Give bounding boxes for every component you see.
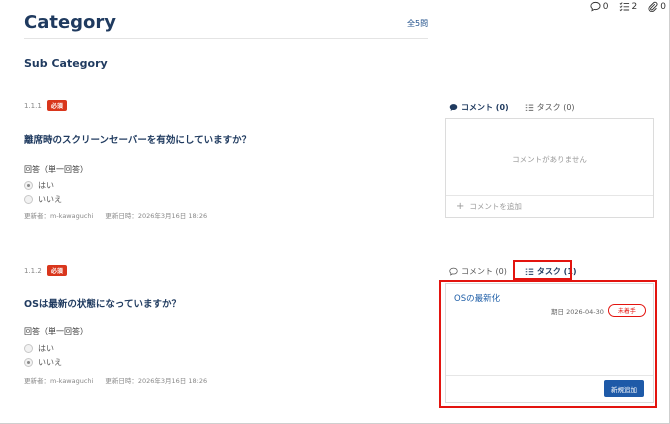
page-title: Category [24, 12, 117, 33]
tasks-count: 2 [631, 1, 638, 12]
attachments-counter[interactable]: 0 [647, 1, 666, 12]
sub-category-title: Sub Category [24, 57, 108, 70]
updated-by: 更新者：m-kawaguchi [24, 377, 94, 385]
task-footer-divider [446, 375, 653, 376]
question-title: 離席時のスクリーンセーバーを有効にしていますか？ [24, 135, 252, 146]
comment-icon [449, 104, 458, 111]
tab-comments[interactable]: コメント (0) [449, 266, 507, 277]
add-comment-label: コメントを追加 [469, 202, 522, 211]
total-questions: 全5問 [407, 19, 429, 28]
tab-label: コメント (0) [461, 103, 509, 112]
tab-label: タスク (0) [536, 103, 575, 112]
task-due-row: 期日 2026-04-30 未着手 [551, 304, 646, 317]
new-task-button[interactable]: 新規追加 [604, 380, 644, 397]
option-yes[interactable]: はい [24, 343, 54, 354]
option-label: はい [38, 181, 54, 190]
comment-icon [449, 267, 458, 276]
comments-panel: コメントがありません + コメントを追加 [445, 118, 654, 218]
radio-button[interactable] [24, 181, 33, 190]
attachments-count: 0 [660, 1, 666, 12]
update-meta: 更新者：m-kawaguchi 更新日時：2026年3月16日 18:26 [24, 375, 207, 385]
required-badge: 必須 [46, 100, 67, 111]
radio-button[interactable] [24, 195, 33, 204]
tasks-counter[interactable]: 2 [619, 1, 638, 12]
option-label: はい [38, 344, 54, 353]
option-no[interactable]: いいえ [24, 357, 62, 368]
paperclip-icon [648, 1, 658, 12]
question-number: 1.1.2 必須 [24, 265, 67, 276]
comments-count: 0 [602, 1, 609, 12]
tab-label: コメント (0) [461, 267, 507, 276]
empty-comments-message: コメントがありません [512, 155, 587, 164]
top-counters: 0 2 0 [590, 1, 666, 12]
tab-comments[interactable]: コメント (0) [449, 102, 509, 113]
update-meta: 更新者：m-kawaguchi 更新日時：2026年3月16日 18:26 [24, 210, 207, 220]
title-divider [24, 38, 428, 39]
add-comment-button[interactable]: + コメントを追加 [446, 195, 653, 217]
updated-at: 更新日時：2026年3月16日 18:26 [105, 377, 208, 385]
radio-button[interactable] [24, 358, 33, 367]
task-list-icon [525, 268, 534, 275]
option-no[interactable]: いいえ [24, 194, 62, 205]
tab-label: タスク (1) [536, 267, 577, 276]
option-yes[interactable]: はい [24, 180, 54, 191]
plus-icon: + [456, 201, 465, 212]
radio-button[interactable] [24, 344, 33, 353]
updated-at: 更新日時：2026年3月16日 18:26 [105, 212, 208, 220]
task-name-link[interactable]: OSの最新化 [454, 292, 500, 304]
panel-tabs: コメント (0) タスク (0) [449, 102, 575, 113]
option-label: いいえ [38, 358, 62, 367]
updated-by: 更新者：m-kawaguchi [24, 212, 94, 220]
question-title: OSは最新の状態になっていますか？ [24, 299, 181, 310]
task-list-icon [525, 104, 533, 111]
task-due-date: 期日 2026-04-30 [551, 307, 604, 316]
answer-label: 回答（単一回答） [24, 327, 88, 336]
answer-label: 回答（単一回答） [24, 165, 88, 174]
comments-counter[interactable]: 0 [590, 1, 609, 12]
tab-tasks[interactable]: タスク (1) [525, 266, 577, 277]
status-badge: 未着手 [607, 304, 646, 317]
question-number-text: 1.1.1 [24, 101, 42, 110]
task-list-icon [619, 2, 629, 12]
required-badge: 必須 [46, 265, 67, 276]
question-number-text: 1.1.2 [24, 266, 42, 275]
question-number: 1.1.1 必須 [24, 100, 67, 111]
tab-tasks[interactable]: タスク (0) [525, 102, 575, 113]
option-label: いいえ [38, 195, 62, 204]
panel-tabs: コメント (0) タスク (1) [449, 266, 577, 277]
comment-icon [590, 1, 601, 12]
